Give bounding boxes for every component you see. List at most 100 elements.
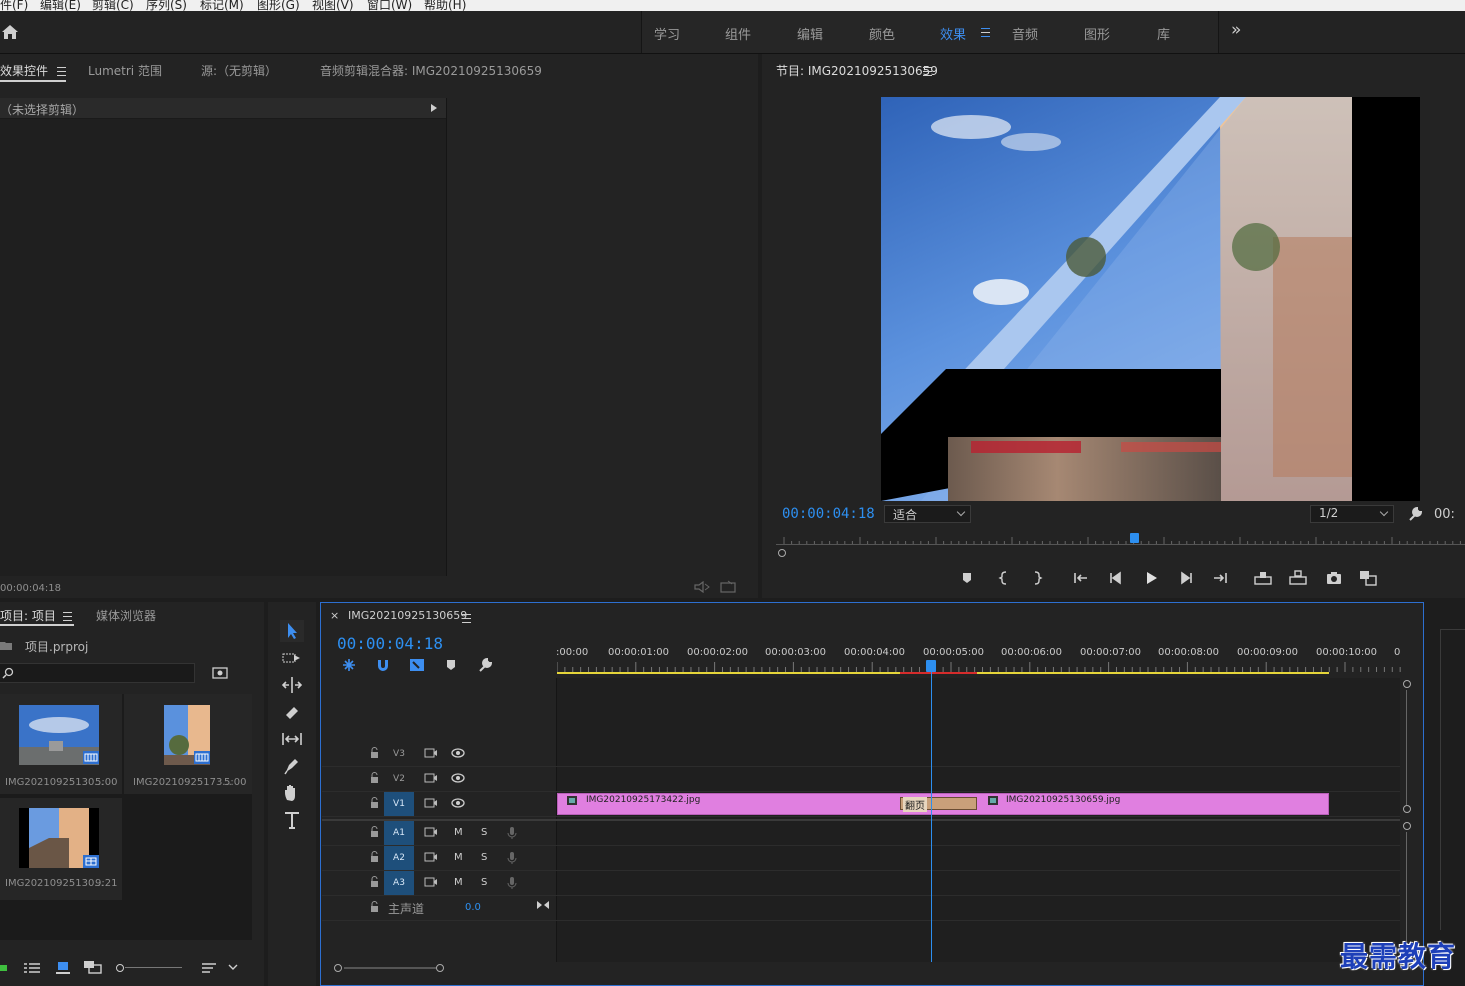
scroll-handle-bottom[interactable] — [1403, 805, 1411, 813]
eye-icon[interactable] — [451, 773, 465, 783]
tab-lumetri-scopes[interactable]: Lumetri 范围 — [88, 62, 162, 79]
lock-icon[interactable] — [370, 851, 379, 863]
menu-marker[interactable]: 标记(M) — [200, 0, 244, 11]
mute-button[interactable]: M — [454, 877, 463, 888]
go-to-in-icon[interactable] — [1072, 569, 1090, 587]
timeline-settings-wrench-icon[interactable] — [477, 657, 493, 673]
freeform-view-icon[interactable] — [84, 961, 102, 974]
workspace-overflow-icon[interactable]: » — [1231, 20, 1241, 40]
vertical-scrollbar[interactable] — [1402, 680, 1411, 962]
workspace-menu-icon[interactable] — [981, 28, 990, 37]
project-item[interactable]: IMG20210925130... 9:21 — [0, 798, 122, 900]
track-target-v2[interactable]: V2 — [384, 767, 414, 791]
tab-source[interactable]: 源:（无剪辑） — [201, 62, 277, 79]
tab-media-browser[interactable]: 媒体浏览器 — [96, 607, 156, 624]
sync-lock-icon[interactable] — [424, 877, 438, 888]
linked-selection-icon[interactable] — [409, 657, 425, 673]
step-back-icon[interactable] — [1107, 569, 1125, 587]
menu-file[interactable]: 件(F) — [0, 0, 28, 11]
solo-button[interactable]: S — [481, 827, 487, 838]
extract-icon[interactable] — [1289, 569, 1307, 587]
ripple-edit-tool-icon[interactable] — [280, 674, 304, 696]
lock-icon[interactable] — [370, 826, 379, 838]
solo-button[interactable]: S — [481, 877, 487, 888]
menu-graphics[interactable]: 图形(G) — [257, 0, 300, 11]
menu-sequence[interactable]: 序列(S) — [146, 0, 187, 11]
razor-tool-icon[interactable] — [280, 701, 304, 723]
scroll-handle-top[interactable] — [1403, 680, 1411, 688]
menu-edit[interactable]: 编辑(E) — [40, 0, 81, 11]
comparison-view-icon[interactable] — [1359, 569, 1377, 587]
sort-icon[interactable] — [202, 962, 218, 974]
step-forward-icon[interactable] — [1177, 569, 1195, 587]
workspace-libraries[interactable]: 库 — [1157, 24, 1170, 43]
lock-icon[interactable] — [370, 747, 379, 759]
scroll-handle-right[interactable] — [436, 964, 444, 972]
scroll-handle-left[interactable] — [334, 964, 342, 972]
workspace-graphics[interactable]: 图形 — [1084, 24, 1110, 43]
sync-lock-icon[interactable] — [424, 773, 438, 784]
fit-dropdown[interactable]: 适合 — [884, 505, 971, 523]
sequence-tab[interactable]: IMG20210925130659 — [348, 609, 467, 622]
microphone-icon[interactable] — [507, 851, 517, 865]
add-marker-icon[interactable] — [445, 658, 457, 672]
tab-audio-clip-mixer[interactable]: 音频剪辑混合器: IMG20210925130659 — [320, 62, 542, 79]
program-video-frame[interactable] — [881, 97, 1420, 501]
home-icon[interactable] — [1, 24, 19, 40]
type-tool-icon[interactable] — [280, 809, 304, 831]
slip-tool-icon[interactable] — [280, 728, 304, 750]
workspace-audio[interactable]: 音频 — [1012, 24, 1038, 43]
menu-window[interactable]: 窗口(W) — [367, 0, 412, 11]
snap-magnet-icon[interactable] — [375, 657, 391, 673]
menu-view[interactable]: 视图(V) — [312, 0, 354, 11]
workspace-editing[interactable]: 编辑 — [797, 24, 823, 43]
timeline-clip[interactable]: IMG20210925173422.jpg — [557, 793, 900, 815]
solo-button[interactable]: S — [481, 852, 487, 863]
zoom-slider-handle[interactable] — [116, 964, 124, 972]
panel-menu-icon[interactable] — [57, 67, 66, 76]
icon-view-icon[interactable] — [56, 961, 70, 974]
menu-help[interactable]: 帮助(H) — [424, 0, 466, 11]
lift-icon[interactable] — [1254, 569, 1272, 587]
close-sequence-icon[interactable]: × — [330, 609, 339, 622]
project-search-input[interactable] — [0, 663, 195, 683]
sync-lock-icon[interactable] — [424, 852, 438, 863]
eye-icon[interactable] — [451, 748, 465, 758]
zoom-handle[interactable] — [778, 549, 786, 557]
export-frame-icon[interactable] — [720, 580, 736, 593]
play-icon[interactable] — [1142, 569, 1160, 587]
program-monitor-title[interactable]: 节目: IMG20210925130659 — [776, 62, 938, 79]
track-target-a2[interactable]: A2 — [384, 846, 414, 870]
workspace-assembly[interactable]: 组件 — [725, 24, 751, 43]
lock-icon[interactable] — [370, 797, 379, 809]
track-target-v1[interactable]: V1 — [384, 792, 414, 816]
program-time-ruler[interactable] — [776, 532, 1465, 560]
workspace-effects[interactable]: 效果 — [940, 24, 966, 43]
project-item[interactable]: IMG20210925130... 5:00 — [0, 694, 122, 794]
pen-tool-icon[interactable] — [280, 755, 304, 777]
track-select-tool-icon[interactable] — [280, 647, 304, 669]
track-target-a3[interactable]: A3 — [384, 871, 414, 895]
export-audio-icon[interactable] — [694, 581, 710, 593]
tab-project[interactable]: 项目: 项目 — [0, 607, 56, 624]
selection-tool-icon[interactable] — [280, 620, 304, 642]
scroll-handle-top[interactable] — [1403, 822, 1411, 830]
program-timecode[interactable]: 00:00:04:18 — [782, 506, 875, 522]
export-frame-camera-icon[interactable] — [1325, 569, 1343, 587]
transition-page-turn[interactable]: 翻页 — [900, 797, 977, 812]
mute-button[interactable]: M — [454, 852, 463, 863]
workspace-color[interactable]: 颜色 — [869, 24, 895, 43]
panel-menu-icon[interactable] — [923, 67, 932, 76]
panel-menu-icon[interactable] — [462, 614, 471, 623]
mark-in-icon[interactable] — [995, 569, 1013, 587]
lock-icon[interactable] — [0, 960, 8, 972]
track-target-v3[interactable]: V3 — [384, 742, 414, 766]
sync-lock-icon[interactable] — [424, 748, 438, 759]
timeline-timecode[interactable]: 00:00:04:18 — [337, 634, 443, 653]
lock-icon[interactable] — [370, 772, 379, 784]
add-marker-icon[interactable] — [958, 569, 976, 587]
resolution-dropdown[interactable]: 1/2 — [1310, 505, 1394, 523]
go-to-next-edit-icon[interactable] — [536, 900, 550, 910]
mute-button[interactable]: M — [454, 827, 463, 838]
scroll-thumb[interactable] — [344, 967, 436, 969]
